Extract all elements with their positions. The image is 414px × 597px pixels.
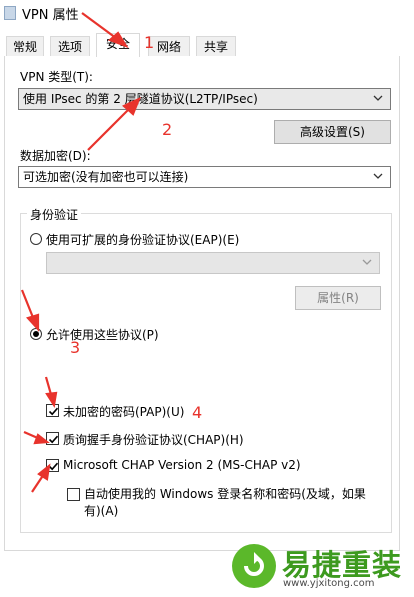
encryption-label: 数据加密(D): [20,149,91,163]
allow-protocols-radio[interactable] [30,328,42,340]
checkmark-icon [48,462,59,471]
mschap-label: Microsoft CHAP Version 2 (MS-CHAP v2) [63,458,301,472]
mschap-checkbox[interactable] [46,459,59,472]
auto-login-checkbox[interactable] [67,488,80,501]
tab-networking[interactable]: 网络 [148,36,190,56]
chap-label: 质询握手身份验证协议(CHAP)(H) [63,433,244,447]
tab-general[interactable]: 常规 [6,36,44,56]
eap-method-select[interactable] [46,252,380,274]
properties-button[interactable]: 属性(R) [295,286,381,310]
authentication-title: 身份验证 [27,206,82,223]
vpn-type-label: VPN 类型(T): [20,70,93,84]
vpn-type-select[interactable]: 使用 IPsec 的第 2 层隧道协议(L2TP/IPsec) [18,88,391,110]
eap-radio[interactable] [30,233,42,245]
chevron-down-icon [373,173,383,179]
annotation-3: 3 [70,338,81,357]
vpn-window-icon [4,6,16,20]
annotation-4: 4 [192,403,203,422]
pap-checkbox[interactable] [46,404,59,417]
watermark-url: www.yjxitong.com [283,578,375,589]
vpn-type-value: 使用 IPsec 的第 2 层隧道协议(L2TP/IPsec) [23,92,258,106]
chevron-down-icon [362,259,372,265]
tab-security[interactable]: 安全 [96,33,140,57]
window-title: VPN 属性 [22,8,79,23]
encryption-value: 可选加密(没有加密也可以连接) [23,170,189,184]
checkmark-icon [48,435,59,444]
chevron-down-icon [373,95,383,101]
tab-options[interactable]: 选项 [50,36,90,56]
eap-radio-label: 使用可扩展的身份验证协议(EAP)(E) [46,233,240,247]
tab-sharing[interactable]: 共享 [196,36,236,56]
annotation-2: 2 [162,120,173,139]
watermark-logo-icon [232,544,276,588]
auto-login-label: 自动使用我的 Windows 登录名称和密码(及域，如果有)(A) [84,487,366,518]
allow-protocols-label: 允许使用这些协议(P) [46,328,159,342]
advanced-settings-button[interactable]: 高级设置(S) [274,120,391,144]
annotation-1: 1 [144,33,155,52]
pap-label: 未加密的密码(PAP)(U) [63,405,185,419]
encryption-select[interactable]: 可选加密(没有加密也可以连接) [18,166,391,188]
checkmark-icon [48,407,59,416]
chap-checkbox[interactable] [46,432,59,445]
refresh-icon [244,552,264,576]
